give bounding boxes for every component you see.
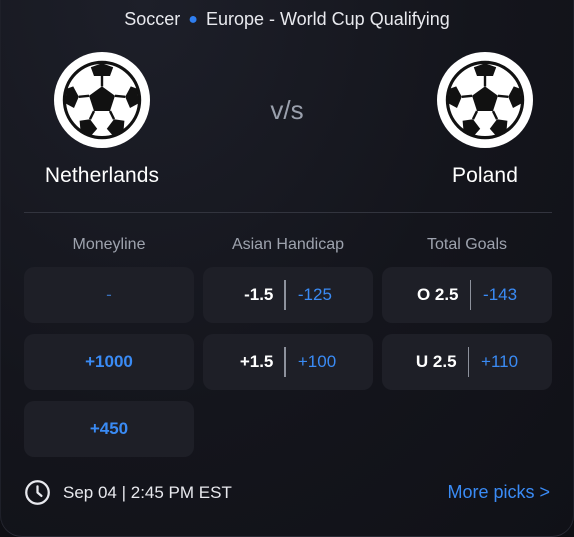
league-header: Soccer ● Europe - World Cup Qualifying: [0, 9, 574, 30]
handicap-line: -1.5: [244, 285, 274, 304]
moneyline-home-odds: -: [106, 285, 112, 304]
asian-handicap-header: Asian Handicap: [231, 236, 345, 253]
total-odds: -143: [483, 285, 518, 304]
cell-separator: [284, 347, 286, 377]
league-label: Europe - World Cup Qualifying: [205, 9, 450, 29]
moneyline-away-cell[interactable]: +1000: [24, 334, 194, 390]
total-line: U 2.5: [415, 352, 457, 371]
away-team-name: Poland: [452, 164, 518, 187]
asian-handicap-away-cell[interactable]: +1.5 +100: [203, 334, 373, 390]
match-time: Sep 04 | 2:45 PM EST: [24, 479, 232, 506]
clock-icon: [25, 480, 50, 505]
away-team-logo: [437, 52, 533, 148]
moneyline-draw-cell[interactable]: +450: [24, 401, 194, 457]
moneyline-header: Moneyline: [72, 236, 146, 253]
more-picks-link[interactable]: More picks >: [447, 482, 550, 503]
moneyline-home-cell[interactable]: -: [24, 267, 194, 323]
handicap-odds: -125: [297, 285, 332, 304]
total-goals-under-cell[interactable]: U 2.5 +110: [382, 334, 552, 390]
match-time-label: Sep 04 | 2:45 PM EST: [63, 482, 232, 502]
cell-separator: [469, 280, 472, 310]
total-goals-over-cell[interactable]: O 2.5 -143: [382, 267, 552, 323]
cell-separator: [284, 280, 286, 310]
moneyline-away-odds: +1000: [85, 352, 133, 371]
match-card: Soccer ● Europe - World Cup Qualifying N…: [0, 0, 574, 537]
divider: [24, 212, 552, 213]
asian-handicap-home-cell[interactable]: -1.5 -125: [203, 267, 373, 323]
handicap-odds: +100: [297, 352, 337, 371]
home-team-name: Netherlands: [44, 164, 160, 187]
moneyline-draw-odds: +450: [89, 419, 129, 438]
soccer-ball-icon: [445, 60, 525, 140]
total-goals-header: Total Goals: [426, 236, 508, 253]
cell-separator: [467, 347, 470, 377]
sport-label: Soccer: [124, 9, 181, 29]
away-team: Poland: [400, 52, 570, 188]
total-odds: +110: [481, 352, 519, 371]
total-line: O 2.5: [416, 285, 459, 304]
separator-dot: ●: [188, 11, 198, 28]
handicap-line: +1.5: [239, 352, 274, 371]
